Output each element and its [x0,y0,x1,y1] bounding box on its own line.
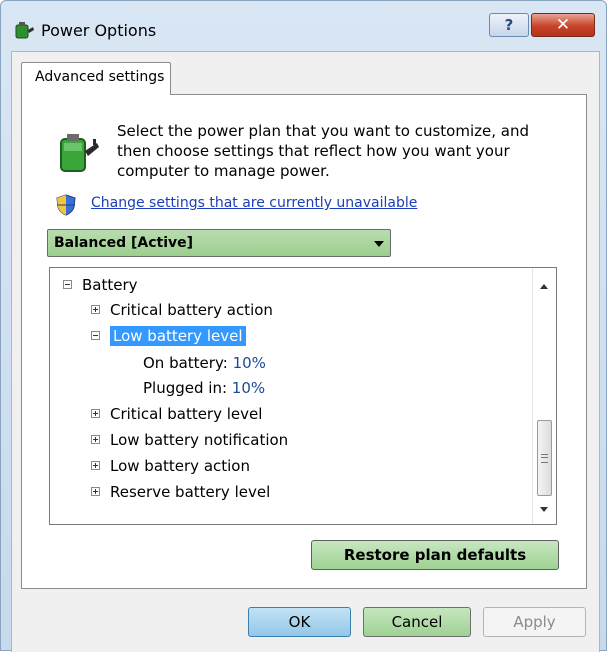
tree-item-battery[interactable]: Battery [63,273,138,297]
tree-item-critical-battery-level[interactable]: Critical battery level [91,402,262,426]
power-options-window: Power Options ? ✕ Advanced settings Sele… [0,0,607,652]
tree-item-low-battery-level[interactable]: Low battery level [91,324,246,348]
close-button[interactable]: ✕ [531,13,595,37]
tree-item-plugged-in[interactable]: Plugged in: 10% [143,376,265,400]
expand-icon[interactable] [91,305,100,314]
dropdown-arrow-icon [374,241,384,247]
tree-scrollbar[interactable] [532,268,556,524]
power-plan-value: Balanced [Active] [54,235,194,251]
tree-item-low-battery-notification[interactable]: Low battery notification [91,428,288,452]
selected-tree-label: Low battery level [110,326,246,346]
help-button[interactable]: ? [489,13,529,37]
window-title: Power Options [41,21,157,40]
plugged-in-value[interactable]: 10% [232,379,265,397]
cancel-button[interactable]: Cancel [363,607,471,637]
expand-icon[interactable] [91,435,100,444]
tab-advanced-settings[interactable]: Advanced settings [21,62,171,95]
ok-button[interactable]: OK [248,607,351,637]
uac-shield-icon [56,194,76,216]
on-battery-value[interactable]: 10% [233,354,266,372]
expand-icon[interactable] [91,409,100,418]
apply-button[interactable]: Apply [483,607,586,637]
change-settings-link[interactable]: Change settings that are currently unava… [91,195,417,211]
close-icon: ✕ [555,15,571,35]
scroll-up-arrow-icon[interactable] [540,284,548,289]
collapse-icon[interactable] [91,331,100,340]
expand-icon[interactable] [91,461,100,470]
tree-item-critical-battery-action[interactable]: Critical battery action [91,298,273,322]
restore-plan-defaults-button[interactable]: Restore plan defaults [311,540,559,570]
title-bar[interactable]: Power Options ? ✕ [1,1,606,51]
tree-item-on-battery[interactable]: On battery: 10% [143,351,266,375]
scroll-thumb[interactable] [537,420,552,496]
expand-icon[interactable] [91,487,100,496]
battery-plug-icon [60,134,99,172]
power-options-icon [15,22,34,39]
tree-item-reserve-battery-level[interactable]: Reserve battery level [91,480,270,504]
power-plan-dropdown[interactable]: Balanced [Active] [47,229,391,257]
tree-item-low-battery-action[interactable]: Low battery action [91,454,250,478]
description-text: Select the power plan that you want to c… [117,122,529,180]
scroll-down-arrow-icon[interactable] [540,507,548,512]
collapse-icon[interactable] [63,280,72,289]
